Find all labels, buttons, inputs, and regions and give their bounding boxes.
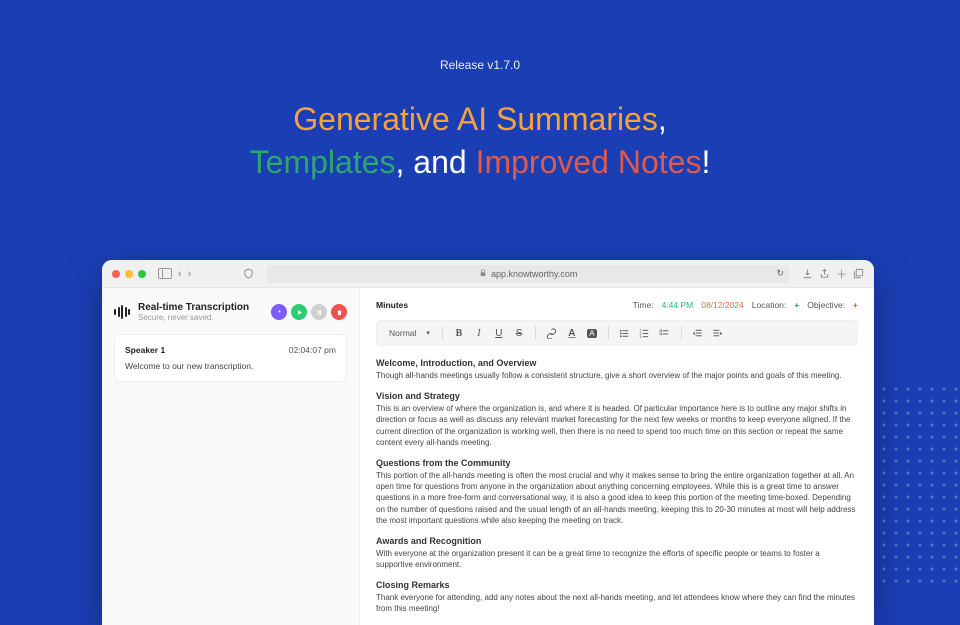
speaker-timestamp: 02:04:07 pm [289, 345, 336, 355]
waveform-icon [114, 305, 130, 319]
link-button[interactable] [544, 328, 560, 339]
indent-button[interactable] [710, 328, 726, 339]
tabs-icon[interactable] [853, 268, 864, 279]
transcription-panel: Real-time Transcription Secure, never sa… [102, 288, 360, 625]
editor-content[interactable]: Welcome, Introduction, and Overview Thou… [376, 358, 858, 615]
section-heading: Vision and Strategy [376, 391, 858, 401]
location-label: Location: [752, 300, 787, 310]
refresh-icon[interactable]: ↻ [776, 268, 784, 279]
section-heading: Awards and Recognition [376, 536, 858, 546]
svg-text:3: 3 [640, 335, 642, 339]
close-window-icon[interactable] [112, 270, 120, 278]
transcription-entry: Speaker 1 02:04:07 pm Welcome to our new… [114, 334, 347, 382]
editor-panel: Minutes Time: 4:44 PM 08/12/2024 Locatio… [360, 288, 874, 625]
bullet-list-button[interactable] [617, 328, 633, 339]
format-select[interactable]: Normal [385, 326, 434, 340]
download-icon[interactable] [802, 268, 813, 279]
date-value[interactable]: 08/12/2024 [701, 300, 744, 310]
add-objective-button[interactable]: + [853, 300, 858, 310]
browser-chrome: ‹ › app.knowtworthy.com ↻ ＋ [102, 260, 874, 288]
bold-button[interactable]: B [451, 328, 467, 339]
checklist-button[interactable] [657, 328, 673, 339]
headline-part-3: Improved Notes [476, 144, 702, 180]
time-value[interactable]: 4:44 PM [662, 300, 694, 310]
editor-toolbar: Normal B I U S A A 123 [376, 320, 858, 346]
objective-label: Objective: [807, 300, 845, 310]
new-tab-icon[interactable]: ＋ [836, 266, 847, 282]
section-heading: Questions from the Community [376, 458, 858, 468]
window-controls[interactable] [112, 270, 146, 278]
headline: Generative AI Summaries, Templates, and … [0, 98, 960, 184]
section-body: Though all-hands meetings usually follow… [376, 370, 858, 381]
section-heading: Welcome, Introduction, and Overview [376, 358, 858, 368]
italic-button[interactable]: I [471, 328, 487, 339]
url-bar[interactable]: app.knowtworthy.com ↻ [266, 265, 790, 283]
transcription-text: Welcome to our new transcription. [125, 361, 336, 371]
shield-icon[interactable] [243, 268, 254, 279]
share-icon[interactable] [819, 268, 830, 279]
pause-button[interactable] [311, 304, 327, 320]
highlight-button[interactable]: A [584, 328, 600, 339]
maximize-window-icon[interactable] [138, 270, 146, 278]
release-badge: Release v1.7.0 [0, 58, 960, 72]
add-location-button[interactable]: + [794, 300, 799, 310]
forward-icon[interactable]: › [188, 268, 192, 280]
transcription-subtitle: Secure, never saved. [138, 313, 249, 322]
speaker-name: Speaker 1 [125, 345, 165, 355]
ordered-list-button[interactable]: 123 [637, 328, 653, 339]
delete-button[interactable] [331, 304, 347, 320]
headline-part-1: Generative AI Summaries [293, 101, 658, 137]
text-color-button[interactable]: A [564, 328, 580, 339]
section-title: Minutes [376, 300, 408, 310]
sidebar-toggle-icon[interactable] [158, 268, 172, 279]
underline-button[interactable]: U [491, 328, 507, 339]
section-body: With everyone at the organization presen… [376, 548, 858, 570]
sparkle-button[interactable] [271, 304, 287, 320]
url-text: app.knowtworthy.com [491, 269, 577, 279]
strike-button[interactable]: S [511, 328, 527, 339]
lock-icon [479, 269, 487, 279]
time-label: Time: [633, 300, 654, 310]
play-button[interactable] [291, 304, 307, 320]
section-body: This portion of the all-hands meeting is… [376, 470, 858, 526]
browser-window: ‹ › app.knowtworthy.com ↻ ＋ [102, 260, 874, 625]
minimize-window-icon[interactable] [125, 270, 133, 278]
section-body: Thank everyone for attending, add any no… [376, 592, 858, 614]
back-icon[interactable]: ‹ [178, 268, 182, 280]
section-heading: Closing Remarks [376, 580, 858, 590]
section-body: This is an overview of where the organiz… [376, 403, 858, 448]
outdent-button[interactable] [690, 328, 706, 339]
transcription-title: Real-time Transcription [138, 302, 249, 313]
headline-part-2: Templates [250, 144, 396, 180]
